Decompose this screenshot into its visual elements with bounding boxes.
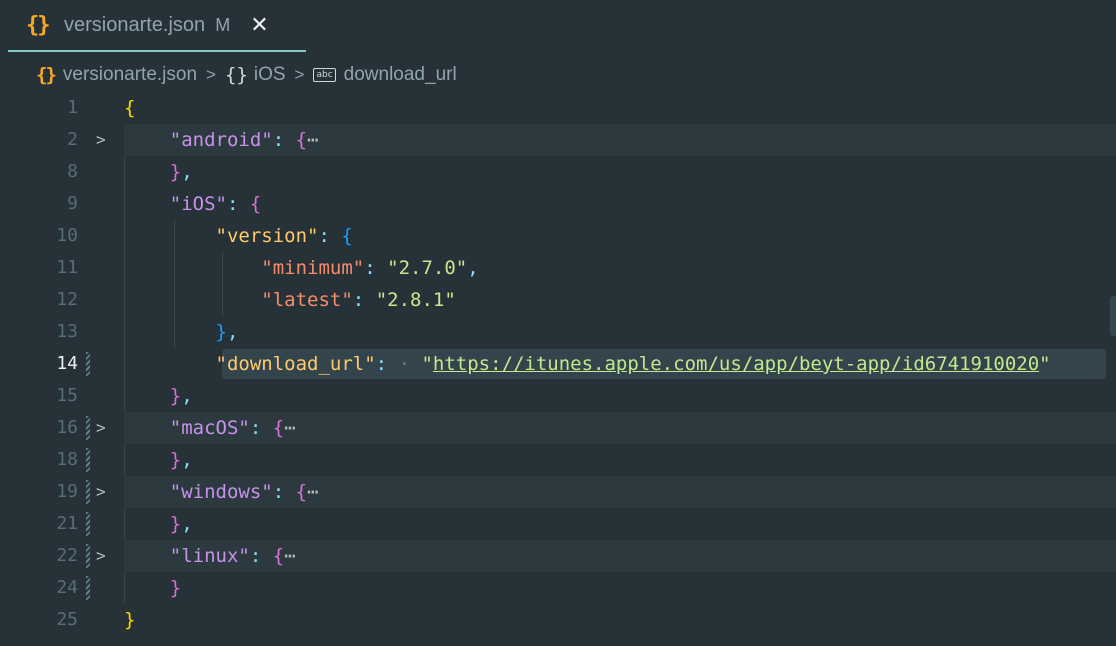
code-line: 19 > "windows": {⋯: [0, 476, 1116, 508]
code-line: 10 "version": {: [0, 220, 1116, 252]
json-key: "windows": [169, 481, 273, 503]
modified-gutter-marker: [86, 512, 90, 536]
modified-gutter-marker: [86, 448, 90, 472]
line-number: 16: [56, 417, 78, 438]
modified-gutter-marker: [86, 480, 90, 504]
folded-ellipsis[interactable]: ⋯: [284, 545, 295, 567]
line-number: 1: [67, 97, 78, 118]
tab-title: versionarte.json: [64, 13, 206, 36]
line-number: 12: [56, 289, 78, 310]
modified-badge: M: [215, 14, 231, 35]
json-file-icon: {}: [26, 12, 51, 38]
line-number: 18: [56, 449, 78, 470]
breadcrumb: {} versionarte.json > {} iOS > abc downl…: [36, 60, 457, 90]
modified-gutter-marker: [86, 416, 90, 440]
json-key: "iOS": [169, 193, 227, 215]
code-line-active: 14 "download_url": · "https://itunes.app…: [0, 348, 1116, 380]
json-string: "2.8.1": [375, 289, 456, 311]
line-number: 21: [56, 513, 78, 534]
code-line: 16 > "macOS": {⋯: [0, 412, 1116, 444]
line-number: 25: [56, 609, 78, 630]
code-line: 11 "minimum": "2.7.0",: [0, 252, 1116, 284]
chevron-right-icon: >: [206, 65, 216, 84]
json-key: "macOS": [169, 417, 250, 439]
tab-versionarte-json[interactable]: {} versionarte.json M ✕: [8, 0, 306, 52]
json-key: "linux": [169, 545, 250, 567]
code-line: 24 }: [0, 572, 1116, 604]
json-key: "latest": [261, 289, 353, 311]
code-line: 9 "iOS": {: [0, 188, 1116, 220]
line-number: 22: [56, 545, 78, 566]
chevron-right-icon[interactable]: >: [96, 412, 106, 444]
code-line: 1 {: [0, 92, 1116, 124]
json-key: "android": [169, 129, 273, 151]
code-line: 2 > "android": {⋯: [0, 124, 1116, 156]
line-number: 13: [56, 321, 78, 342]
code-editor[interactable]: 1 { 2 > "android": {⋯ 8 }, 9 "iOS": { 10…: [0, 92, 1116, 646]
code-line: 15 },: [0, 380, 1116, 412]
tab-bar: {} versionarte.json M ✕: [0, 0, 1116, 52]
modified-gutter-marker: [86, 544, 90, 568]
line-number: 14: [56, 353, 78, 374]
code-line: 13 },: [0, 316, 1116, 348]
code-line: 25 }: [0, 604, 1116, 636]
line-number: 24: [56, 577, 78, 598]
line-number: 9: [67, 193, 78, 214]
json-file-icon: {}: [36, 64, 57, 86]
json-key: "download_url": [215, 353, 376, 375]
breadcrumb-file[interactable]: versionarte.json: [63, 64, 197, 86]
chevron-right-icon[interactable]: >: [96, 124, 106, 156]
line-number: 10: [56, 225, 78, 246]
line-number: 15: [56, 385, 78, 406]
code-line: 22 > "linux": {⋯: [0, 540, 1116, 572]
code-line: 18 },: [0, 444, 1116, 476]
line-number: 2: [67, 129, 78, 150]
chevron-right-icon[interactable]: >: [96, 476, 106, 508]
download-url-link[interactable]: https://itunes.apple.com/us/app/beyt-app…: [433, 353, 1039, 375]
folded-ellipsis[interactable]: ⋯: [284, 417, 295, 439]
breadcrumb-download-url[interactable]: download_url: [344, 64, 457, 86]
chevron-right-icon[interactable]: >: [96, 540, 106, 572]
modified-gutter-marker: [86, 576, 90, 600]
code-line: 21 },: [0, 508, 1116, 540]
folded-ellipsis[interactable]: ⋯: [307, 481, 318, 503]
folded-ellipsis[interactable]: ⋯: [307, 129, 318, 151]
line-number: 8: [67, 161, 78, 182]
json-key: "minimum": [261, 257, 365, 279]
chevron-right-icon: >: [294, 65, 305, 84]
string-icon: abc: [313, 68, 336, 82]
scrollbar-thumb[interactable]: [1110, 296, 1116, 336]
object-icon: {}: [224, 64, 248, 86]
json-string: "2.7.0": [387, 257, 468, 279]
modified-gutter-marker: [86, 352, 90, 376]
breadcrumb-ios[interactable]: iOS: [254, 64, 286, 86]
json-key: "version": [215, 225, 319, 247]
close-icon[interactable]: ✕: [250, 12, 268, 38]
line-number: 11: [56, 257, 78, 278]
code-line: 8 },: [0, 156, 1116, 188]
code-line: 12 "latest": "2.8.1": [0, 284, 1116, 316]
line-number: 19: [56, 481, 78, 502]
